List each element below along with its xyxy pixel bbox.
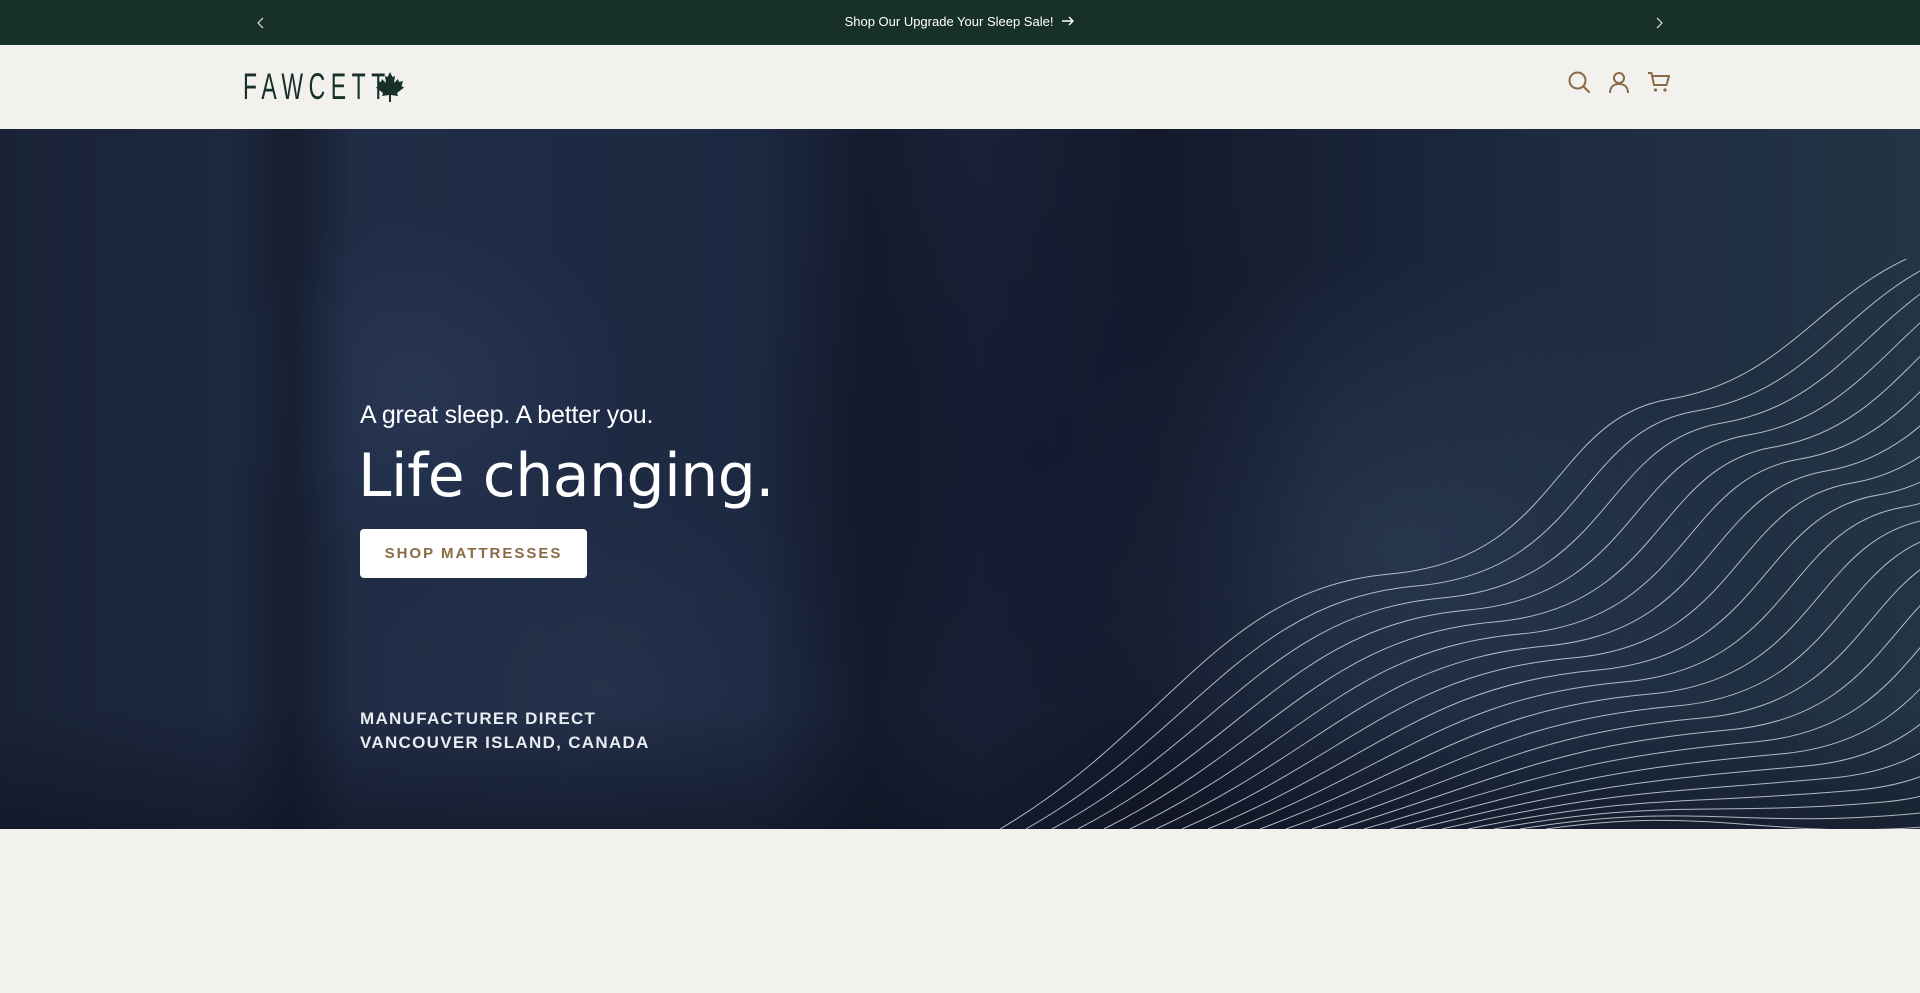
wave-line [1259,520,1920,829]
hero-tagline-line-1: MANUFACTURER DIRECT [360,709,597,728]
cart-button[interactable] [1646,69,1672,95]
wave-line [1103,355,1920,829]
chevron-right-icon [1656,17,1663,29]
account-button[interactable] [1606,69,1632,95]
search-icon [1568,71,1590,93]
wave-line [1545,819,1920,829]
page-content-area [0,829,1920,993]
hero-headline: Life changing. [358,441,774,511]
wave-line [1051,293,1920,829]
announcement-link[interactable]: Shop Our Upgrade Your Sleep Sale! [0,0,1920,42]
hero-banner: A great sleep. A better you. Life changi… [0,129,1920,829]
arrow-right-icon [1062,16,1075,26]
hero-tagline-line-2: VANCOUVER ISLAND, CANADA [360,733,650,752]
wave-line [1129,391,1920,829]
wave-line [1311,569,1920,829]
wave-line [1441,752,1920,829]
wave-line [999,259,1908,829]
announcement-bar: Shop Our Upgrade Your Sleep Sale! [0,0,1920,45]
wave-line [1181,455,1920,829]
wave-line [1285,541,1920,829]
wave-line [1467,776,1920,829]
site-header: FAWCETT [0,45,1920,129]
wave-line [1337,605,1920,829]
hero-tagline: MANUFACTURER DIRECT VANCOUVER ISLAND, CA… [360,707,650,755]
wave-line [1025,270,1920,829]
search-button[interactable] [1566,69,1592,95]
header-icons [1566,69,1672,95]
logo-wordmark: FAWCETT [243,66,391,107]
account-icon [1609,72,1629,94]
announcement-next-button[interactable] [1644,8,1674,38]
shop-mattresses-button[interactable]: SHOP MATTRESSES [360,529,587,578]
announcement-message: Shop Our Upgrade Your Sleep Sale! [844,13,1054,29]
decorative-wave-lines [999,259,1920,829]
hero-kicker: A great sleep. A better you. [360,401,654,429]
wave-line [1519,812,1920,829]
logo-link[interactable]: FAWCETT [243,67,405,107]
wave-line [1415,723,1920,829]
wave-line [1207,481,1920,829]
wave-line [1363,647,1920,829]
cart-icon [1648,72,1670,92]
wave-line [1389,688,1920,829]
